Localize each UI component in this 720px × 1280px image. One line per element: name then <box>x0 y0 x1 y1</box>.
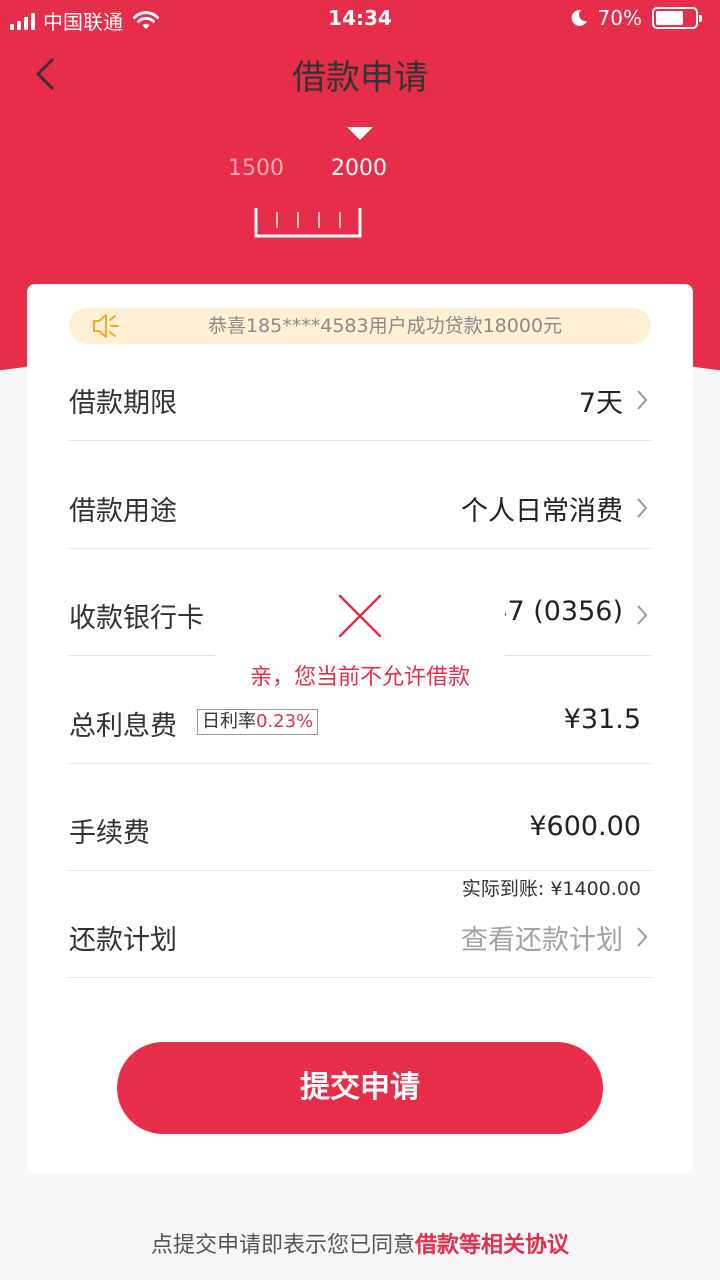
loan-form-card: 恭喜185****4583用户成功贷款18000元 借款期限 7天 借款用途 个… <box>27 284 693 1174</box>
error-toast: 亲，您当前不允许借款 <box>215 575 505 700</box>
row-fee: 手续费 ¥600.00 <box>69 789 651 871</box>
chevron-right-icon <box>637 390 648 410</box>
ruler-pointer-icon <box>347 127 373 140</box>
rate-label: 日利率 <box>202 711 256 732</box>
chevron-right-icon <box>637 498 648 518</box>
status-right: 70% <box>570 6 702 30</box>
agreement-text: 点提交申请即表示您已同意 <box>150 1233 415 1258</box>
rate-badge: 日利率0.23% <box>197 709 319 735</box>
row-label: 总利息费 <box>69 711 177 742</box>
toast-message: 亲，您当前不允许借款 <box>249 665 470 690</box>
row-label: 借款期限 <box>69 388 177 419</box>
notice-banner: 恭喜185****4583用户成功贷款18000元 <box>69 308 651 344</box>
battery-percent: 70% <box>597 6 642 30</box>
row-label: 还款计划 <box>69 925 177 956</box>
status-bar: 中国联通 14:34 70% <box>0 0 720 38</box>
agreement-link[interactable]: 借款等相关协议 <box>415 1233 569 1258</box>
battery-icon <box>652 7 702 29</box>
row-repayment-plan[interactable]: 还款计划 查看还款计划 <box>69 896 651 978</box>
close-icon <box>338 594 382 638</box>
ruler-value-left[interactable]: 1500 <box>228 156 284 181</box>
notice-text: 恭喜185****4583用户成功贷款18000元 <box>207 315 563 337</box>
chevron-right-icon <box>637 605 648 625</box>
row-value: 个人日常消费 <box>461 496 623 527</box>
chevron-right-icon <box>637 927 648 947</box>
amount-ruler-slider[interactable] <box>254 208 362 238</box>
moon-icon <box>571 9 587 26</box>
row-loan-purpose[interactable]: 借款用途 个人日常消费 <box>69 467 651 549</box>
ruler-value-selected[interactable]: 2000 <box>331 156 387 181</box>
submit-button[interactable]: 提交申请 <box>117 1042 603 1134</box>
agreement-footer: 点提交申请即表示您已同意借款等相关协议 <box>0 1227 720 1259</box>
row-label: 收款银行卡 <box>69 603 204 634</box>
row-value: 47 (0356) <box>490 596 623 627</box>
row-value: 7天 <box>578 388 623 419</box>
row-value: ¥600.00 <box>529 811 641 842</box>
row-label: 手续费 <box>69 818 150 849</box>
battery-fill <box>656 11 683 25</box>
row-value: ¥31.5 <box>563 704 641 735</box>
row-label: 借款用途 <box>69 496 177 527</box>
rate-value: 0.23% <box>256 711 314 732</box>
row-loan-term[interactable]: 借款期限 7天 <box>69 359 651 441</box>
row-value: 查看还款计划 <box>461 925 623 956</box>
speaker-icon <box>93 314 119 338</box>
page-title: 借款申请 <box>292 58 428 98</box>
